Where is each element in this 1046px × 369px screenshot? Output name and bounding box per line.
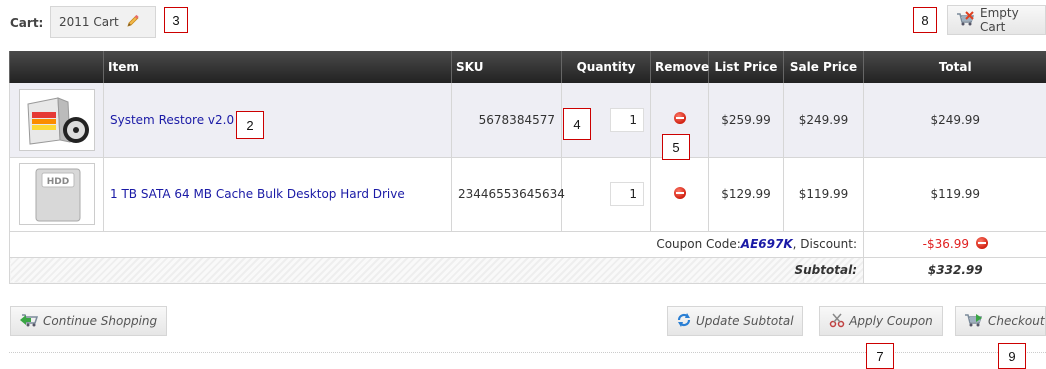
discount-cell: -$36.99 [863, 231, 1046, 258]
remove-icon[interactable] [673, 112, 686, 125]
scissors-icon [829, 312, 845, 331]
subtotal-amount: $332.99 [863, 257, 1046, 284]
remove-coupon-icon[interactable] [975, 237, 988, 249]
remove-cell [650, 157, 709, 232]
sale-price-column-header: Sale Price [783, 51, 864, 83]
item-name-cell: System Restore v2.0 [103, 83, 452, 158]
cart-table: Item SKU Quantity Remove List Price Sale… [9, 51, 1046, 284]
image-column-header [9, 51, 104, 83]
pencil-icon[interactable] [125, 13, 141, 32]
quantity-cell [561, 157, 651, 232]
continue-shopping-button[interactable]: Continue Shopping [10, 306, 167, 336]
callout-5: 5 [662, 134, 690, 160]
table-row: System Restore v2.0 5678384577 $259.99 $… [9, 83, 1046, 158]
list-price-cell: $129.99 [708, 157, 784, 232]
apply-coupon-label: Apply Coupon [849, 314, 933, 328]
table-header-row: Item SKU Quantity Remove List Price Sale… [9, 51, 1046, 83]
update-subtotal-button[interactable]: Update Subtotal [667, 306, 803, 336]
subtotal-label: Subtotal: [9, 257, 864, 284]
empty-cart-button[interactable]: Empty Cart [947, 5, 1046, 35]
coupon-code: AE697K [740, 237, 793, 251]
empty-cart-label: Empty Cart [980, 6, 1019, 34]
cart-checkout-icon [964, 312, 984, 331]
remove-column-header: Remove [650, 51, 709, 83]
sku-cell: 5678384577 [451, 83, 562, 158]
list-price-column-header: List Price [708, 51, 784, 83]
quantity-input[interactable] [610, 107, 644, 132]
callout-7: 7 [866, 343, 894, 369]
item-link[interactable]: 1 TB SATA 64 MB Cache Bulk Desktop Hard … [110, 187, 405, 201]
sale-price-cell: $249.99 [783, 83, 864, 158]
table-row: HDD 1 TB SATA 64 MB Cache Bulk Desktop H… [9, 157, 1046, 232]
thumb-cell [9, 83, 104, 158]
coupon-row: Coupon Code:AE697K, Discount: -$36.99 [9, 231, 1046, 258]
callout-2: 2 [236, 111, 264, 139]
update-subtotal-label: Update Subtotal [696, 314, 794, 328]
hdd-label: HDD [46, 177, 68, 187]
item-column-header: Item [103, 51, 452, 83]
apply-coupon-button[interactable]: Apply Coupon [819, 306, 943, 336]
coupon-info-cell: Coupon Code:AE697K, Discount: [9, 231, 864, 258]
sale-price-cell: $119.99 [783, 157, 864, 232]
checkout-button[interactable]: Checkout [955, 306, 1046, 336]
list-price-cell: $259.99 [708, 83, 784, 158]
discount-label: , Discount: [792, 237, 857, 251]
callout-9: 9 [998, 343, 1026, 369]
discount-amount: -$36.99 [922, 237, 969, 251]
refresh-icon [676, 312, 692, 331]
item-name-cell: 1 TB SATA 64 MB Cache Bulk Desktop Hard … [103, 157, 452, 232]
checkout-label: Checkout [988, 314, 1045, 328]
subtotal-row: Subtotal: $332.99 [9, 257, 1046, 284]
item-link[interactable]: System Restore v2.0 [110, 113, 234, 127]
remove-icon[interactable] [673, 186, 686, 199]
total-column-header: Total [863, 51, 1046, 83]
cart-name: 2011 Cart [59, 15, 119, 29]
total-cell: $249.99 [863, 83, 1046, 158]
callout-4: 4 [563, 108, 591, 140]
cart-name-selector[interactable]: 2011 Cart [50, 6, 156, 38]
coupon-prefix: Coupon Code: [656, 237, 741, 251]
quantity-input[interactable] [610, 182, 644, 206]
cart-remove-icon [956, 10, 976, 30]
continue-shopping-label: Continue Shopping [43, 314, 158, 328]
hdd-icon[interactable]: HDD [18, 163, 95, 225]
sku-column-header: SKU [451, 51, 562, 83]
total-cell: $119.99 [863, 157, 1046, 232]
callout-3: 3 [164, 7, 188, 33]
quantity-column-header: Quantity [561, 51, 651, 83]
software-box-icon[interactable] [18, 88, 95, 151]
callout-8: 8 [913, 7, 937, 33]
cart-label: Cart: [10, 16, 44, 30]
sku-cell: 23446553645634 [451, 157, 565, 232]
cart-back-icon [19, 312, 39, 331]
thumb-cell: HDD [9, 157, 104, 232]
